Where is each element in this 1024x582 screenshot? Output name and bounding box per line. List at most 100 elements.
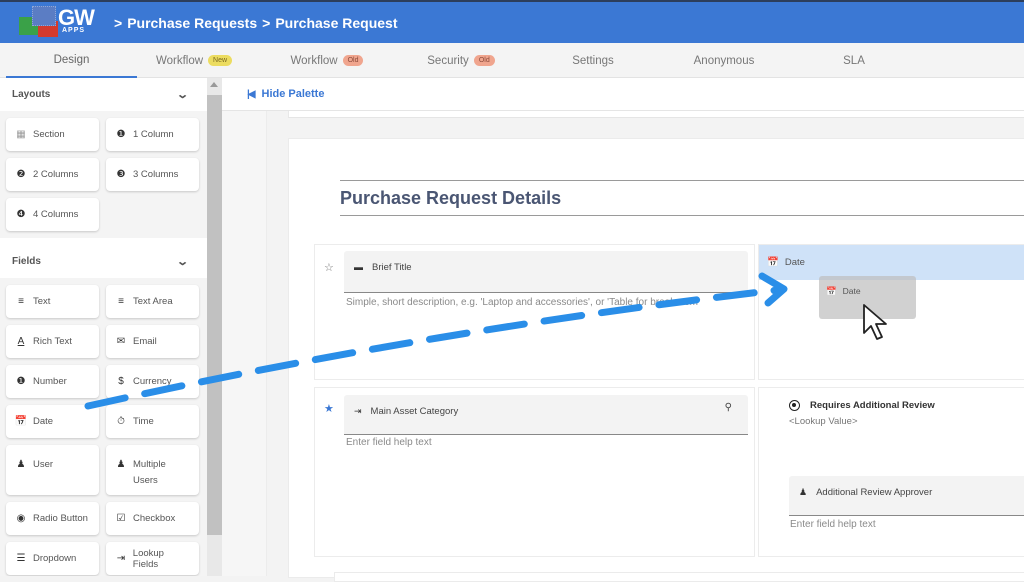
gw-apps-logo[interactable]: GW APPS xyxy=(0,1,100,44)
palette-item-multiple-users[interactable]: ♟ Multiple Users xyxy=(106,445,199,495)
tab-sla[interactable]: SLA xyxy=(810,43,898,78)
radio-button-icon xyxy=(789,400,800,411)
palette-item-label: Dropdown xyxy=(33,553,77,564)
mouse-cursor-icon xyxy=(863,304,887,340)
field-label: Additional Review Approver xyxy=(816,487,933,498)
hide-palette-button[interactable]: Hide Palette xyxy=(262,88,325,100)
wrap-text-icon: ≡ xyxy=(118,296,124,307)
form-cell-brief-title[interactable]: ☆ ▬ Brief Title Simple, short descriptio… xyxy=(314,244,755,380)
drop-zone-highlight[interactable]: 📅 Date xyxy=(759,245,1024,280)
scrollbar-thumb[interactable] xyxy=(207,95,222,535)
short-text-icon: ≡ xyxy=(18,296,24,307)
scroll-up-arrow-icon[interactable] xyxy=(210,82,218,87)
palette-item-lookup-fields[interactable]: ⇥ Lookup Fields xyxy=(106,542,199,575)
main-asset-category-field[interactable]: ⇥ Main Asset Category ⚲ xyxy=(344,395,748,435)
chevron-down-icon[interactable]: ⌄ xyxy=(176,255,189,268)
palette-item-dropdown[interactable]: ☰ Dropdown xyxy=(6,542,99,575)
drop-zone-label: Date xyxy=(784,257,805,268)
tab-design[interactable]: Design xyxy=(6,43,137,78)
tab-label: Workflow xyxy=(290,54,338,67)
palette-divider xyxy=(0,238,207,245)
calendar-icon: 📅 xyxy=(826,286,837,296)
checkbox-icon: ☑ xyxy=(116,513,126,524)
review-approver-field[interactable]: ♟ Additional Review Approver xyxy=(789,476,1024,516)
lookup-value-placeholder: <Lookup Value> xyxy=(789,416,858,427)
palette-item-label: Text xyxy=(33,296,51,307)
palette-scrollbar[interactable] xyxy=(207,78,222,576)
field-label: Brief Title xyxy=(372,262,412,273)
tab-label: Anonymous xyxy=(693,54,755,67)
text-format-icon: A xyxy=(17,336,25,347)
stopwatch-icon: ⏱ xyxy=(117,416,125,427)
envelope-icon: ✉ xyxy=(116,336,126,347)
palette-item-text[interactable]: ≡ Text xyxy=(6,285,99,318)
tab-workflow-old[interactable]: Workflow Old xyxy=(266,43,388,78)
tab-workflow-new[interactable]: Workflow New xyxy=(137,43,251,78)
palette-item-radio-button[interactable]: ◉ Radio Button xyxy=(6,502,99,535)
palette-item-text-area[interactable]: ≡ Text Area xyxy=(106,285,199,318)
requires-review-field[interactable]: Requires Additional Review xyxy=(789,400,935,411)
tab-settings[interactable]: Settings xyxy=(540,43,646,78)
logo-blue-square xyxy=(32,6,56,26)
section-title[interactable]: Purchase Request Details xyxy=(340,188,561,209)
palette-item-checkbox[interactable]: ☑ Checkbox xyxy=(106,502,199,535)
tab-label: SLA xyxy=(843,54,865,67)
palette-item-rich-text[interactable]: A Rich Text xyxy=(6,325,99,358)
layouts-title: Layouts xyxy=(12,89,51,100)
form-cell-main-asset-category[interactable]: ★ ⇥ Main Asset Category ⚲ Enter field he… xyxy=(314,387,755,557)
calendar-icon: 📅 xyxy=(14,416,28,427)
palette-item-label: Currency xyxy=(133,376,172,387)
radio-button-icon: ◉ xyxy=(16,513,26,524)
palette-item-number[interactable]: ❶ Number xyxy=(6,365,99,398)
fields-header[interactable]: Fields ⌄ xyxy=(0,245,207,278)
palette-item-section[interactable]: ▦ Section xyxy=(6,118,99,151)
palette-item-label: 2 Columns xyxy=(33,169,79,180)
logo-subtext: APPS xyxy=(62,27,86,34)
palette-item-label: Email xyxy=(133,336,157,347)
brief-title-field[interactable]: ▬ Brief Title xyxy=(344,251,748,293)
input-arrow-icon: ⇥ xyxy=(354,406,362,416)
people-icon: ♟ xyxy=(116,459,126,470)
tab-bar: Design Workflow New Workflow Old Securit… xyxy=(0,43,1024,78)
layouts-header[interactable]: Layouts ⌄ xyxy=(0,78,207,111)
palette-item-label: Date xyxy=(33,416,54,427)
chevron-down-icon[interactable]: ⌄ xyxy=(176,88,189,101)
field-palette: Layouts ⌄ ▦ Section ❶ 1 Column ❷ 2 Colum… xyxy=(0,78,207,576)
collapse-left-icon[interactable]: |◀ xyxy=(247,89,255,100)
palette-item-user[interactable]: ♟ User xyxy=(6,445,99,495)
tab-security[interactable]: Security Old xyxy=(400,43,522,78)
star-outline-icon[interactable]: ☆ xyxy=(324,261,334,274)
two-columns-icon: ❷ xyxy=(16,169,26,180)
search-icon[interactable]: ⚲ xyxy=(725,402,732,413)
breadcrumb-purchase-requests[interactable]: Purchase Requests xyxy=(127,15,257,31)
breadcrumb-purchase-request[interactable]: Purchase Request xyxy=(275,15,397,31)
canvas-gutter xyxy=(222,111,267,576)
palette-item-label: Checkbox xyxy=(133,513,176,524)
palette-item-4-columns[interactable]: ❹ 4 Columns xyxy=(6,198,99,231)
tab-anonymous[interactable]: Anonymous xyxy=(668,43,780,78)
palette-item-1-column[interactable]: ❶ 1 Column xyxy=(106,118,199,151)
palette-item-label: Multiple Users xyxy=(133,459,166,486)
breadcrumb-separator: > xyxy=(114,14,123,31)
star-filled-icon[interactable]: ★ xyxy=(324,402,334,415)
palette-item-label: Number xyxy=(33,376,67,387)
palette-item-time[interactable]: ⏱ Time xyxy=(106,405,199,438)
next-section-card xyxy=(334,572,1024,582)
four-columns-icon: ❹ xyxy=(16,209,26,220)
palette-item-currency[interactable]: $ Currency xyxy=(106,365,199,398)
breadcrumb-separator: > xyxy=(262,14,271,31)
breadcrumb: > Purchase Requests > Purchase Request xyxy=(114,15,403,31)
form-cell-review[interactable]: Requires Additional Review <Lookup Value… xyxy=(758,387,1024,557)
one-column-icon: ❶ xyxy=(116,129,126,140)
section-title-bar: Purchase Request Details xyxy=(340,180,1024,216)
palette-item-3-columns[interactable]: ❸ 3 Columns xyxy=(106,158,199,191)
field-label: Main Asset Category xyxy=(370,406,459,417)
palette-item-date[interactable]: 📅 Date xyxy=(6,405,99,438)
number-box-icon: ❶ xyxy=(16,376,26,387)
tab-label: Design xyxy=(53,53,90,66)
three-columns-icon: ❸ xyxy=(116,169,126,180)
palette-item-label: Lookup Fields xyxy=(132,547,164,570)
palette-item-2-columns[interactable]: ❷ 2 Columns xyxy=(6,158,99,191)
palette-item-label: Time xyxy=(133,416,154,427)
palette-item-email[interactable]: ✉ Email xyxy=(106,325,199,358)
